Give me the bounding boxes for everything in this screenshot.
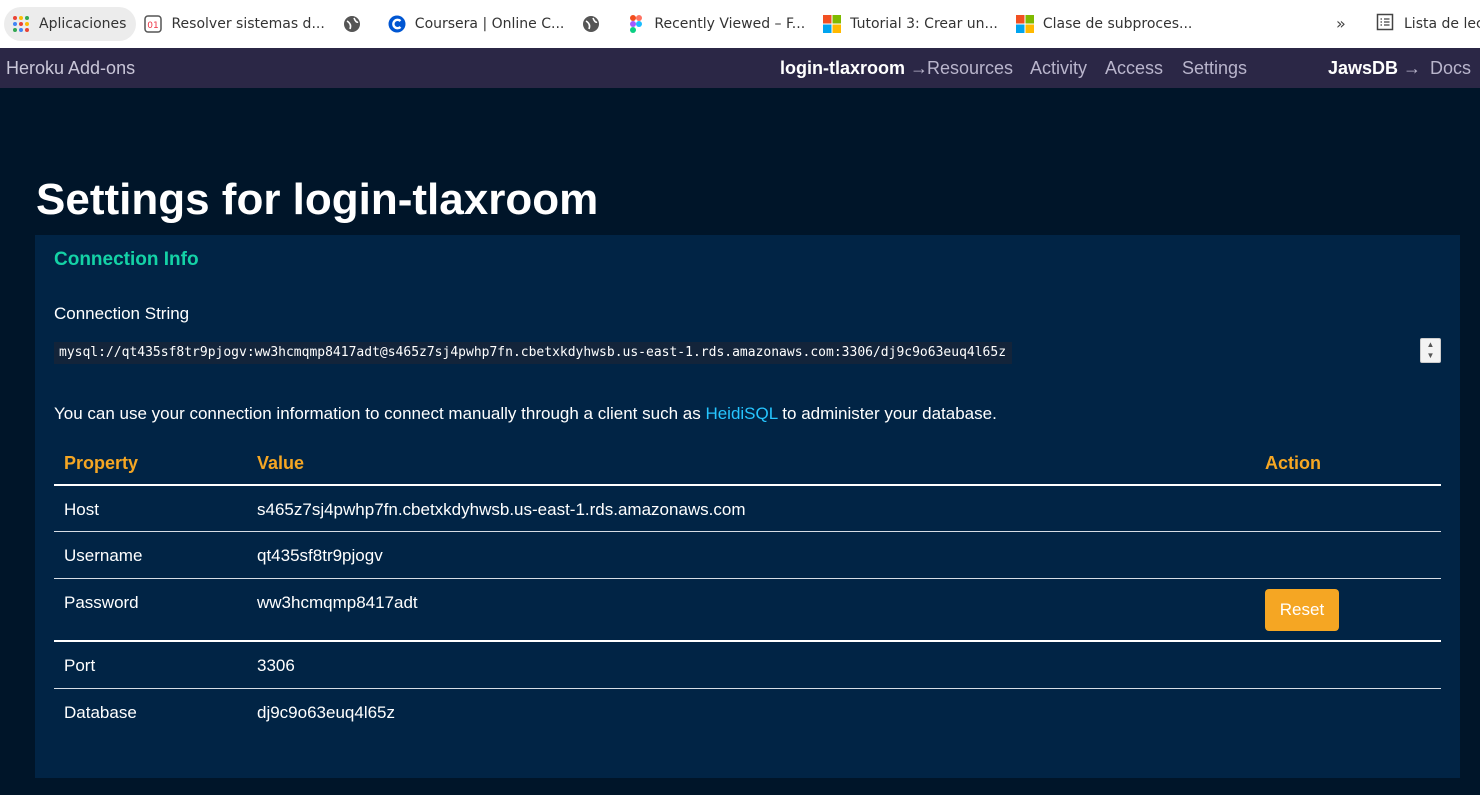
column-header-action: Action <box>1265 453 1321 473</box>
addon-name: JawsDB <box>1328 58 1399 78</box>
heidisql-link[interactable]: HeidiSQL <box>705 404 777 423</box>
section-title: Connection Info <box>54 249 199 270</box>
column-header-property: Property <box>64 453 139 473</box>
bookmark-globe-2[interactable] <box>574 7 619 41</box>
table-row-port: Port 3306 <box>54 642 1441 689</box>
app-name: login-tlaxroom <box>780 58 905 78</box>
coursera-icon <box>388 15 406 33</box>
top-nav: Heroku Add-ons login-tlaxroom → Resource… <box>0 48 1480 88</box>
nav-resources[interactable]: Resources <box>927 58 1013 79</box>
bookmark-label: Recently Viewed – F... <box>654 16 806 32</box>
bookmarks-bar: Aplicaciones 01 Resolver sistemas d... C… <box>0 0 1480 48</box>
table-row-database: Database dj9c9o63euq4l65z <box>54 689 1441 736</box>
connection-string-label: Connection String <box>54 304 190 323</box>
nav-activity[interactable]: Activity <box>1030 58 1087 79</box>
value-cell: qt435sf8tr9pjogv <box>257 546 383 565</box>
connection-string-stepper[interactable]: ▲ ▼ <box>1420 338 1441 363</box>
reading-list-icon <box>1376 13 1394 35</box>
description-text: to administer your database. <box>777 404 997 423</box>
reading-list-label: Lista de lect <box>1404 16 1480 32</box>
property-cell: Username <box>64 546 143 565</box>
bookmark-globe-1[interactable] <box>335 7 380 41</box>
reading-list-button[interactable]: Lista de lect <box>1370 7 1480 41</box>
nav-settings[interactable]: Settings <box>1182 58 1247 79</box>
value-cell: ww3hcmqmp8417adt <box>257 593 418 612</box>
bookmark-label: Clase de subproces... <box>1042 16 1193 32</box>
value-cell: s465z7sj4pwhp7fn.cbetxkdyhwsb.us-east-1.… <box>257 500 746 519</box>
table-row-host: Host s465z7sj4pwhp7fn.cbetxkdyhwsb.us-ea… <box>54 486 1441 532</box>
property-cell: Database <box>64 703 137 722</box>
globe-icon <box>343 15 361 33</box>
bookmark-label: Aplicaciones <box>39 16 127 32</box>
bookmark-coursera[interactable]: Coursera | Online C... <box>380 7 575 41</box>
stepper-up-icon[interactable]: ▲ <box>1427 340 1435 349</box>
bookmark-label: Coursera | Online C... <box>414 16 565 32</box>
description-text: You can use your connection information … <box>54 404 706 423</box>
nav-arrow: → <box>1403 58 1422 78</box>
connection-table: Property Value Action Host s465z7sj4pwhp… <box>54 439 1441 736</box>
bookmark-clase[interactable]: Clase de subproces... <box>1008 7 1202 41</box>
svg-text:01: 01 <box>148 21 159 31</box>
bookmark-figma[interactable]: Recently Viewed – F... <box>619 7 815 41</box>
table-header: Property Value Action <box>54 439 1441 486</box>
value-cell: 3306 <box>257 656 295 675</box>
property-cell: Password <box>64 593 139 612</box>
brand-link[interactable]: Heroku Add-ons <box>6 58 135 79</box>
globe-icon <box>582 15 600 33</box>
property-cell: Port <box>64 656 96 675</box>
bookmarks-overflow-button[interactable]: » <box>1336 14 1346 33</box>
property-cell: Host <box>64 500 99 519</box>
bookmark-label: Tutorial 3: Crear un... <box>850 16 998 32</box>
addon-name-link[interactable]: JawsDB → <box>1328 58 1421 79</box>
microsoft-icon <box>823 15 842 33</box>
figma-icon <box>627 15 645 33</box>
microsoft-icon <box>1015 15 1034 33</box>
bookmark-apps[interactable]: Aplicaciones <box>4 7 137 41</box>
reset-password-button[interactable]: Reset <box>1265 589 1339 631</box>
nav-arrow: → <box>910 58 929 78</box>
stepper-down-icon[interactable]: ▼ <box>1427 352 1435 360</box>
value-cell: dj9c9o63euq4l65z <box>257 703 396 722</box>
table-row-password: Password ww3hcmqmp8417adt Reset <box>54 579 1441 642</box>
table-row-username: Username qt435sf8tr9pjogv <box>54 532 1441 579</box>
nav-access[interactable]: Access <box>1105 58 1163 79</box>
connection-info-panel: Connection Info Connection String mysql:… <box>35 235 1460 778</box>
bookmark-label: Resolver sistemas d... <box>171 16 325 32</box>
connection-string-value[interactable]: mysql://qt435sf8tr9pjogv:ww3hcmqmp8417ad… <box>54 342 1013 364</box>
app-name-link[interactable]: login-tlaxroom → <box>780 58 928 79</box>
matrix-icon: 01 <box>144 15 163 33</box>
page-title: Settings for login-tlaxroom <box>36 175 599 224</box>
bookmark-resolver[interactable]: 01 Resolver sistemas d... <box>136 7 334 41</box>
nav-docs[interactable]: Docs <box>1430 58 1471 79</box>
connection-description: You can use your connection information … <box>54 404 997 424</box>
column-header-value: Value <box>257 453 305 473</box>
bookmark-tutorial[interactable]: Tutorial 3: Crear un... <box>815 7 1008 41</box>
apps-grid-icon <box>12 15 30 33</box>
